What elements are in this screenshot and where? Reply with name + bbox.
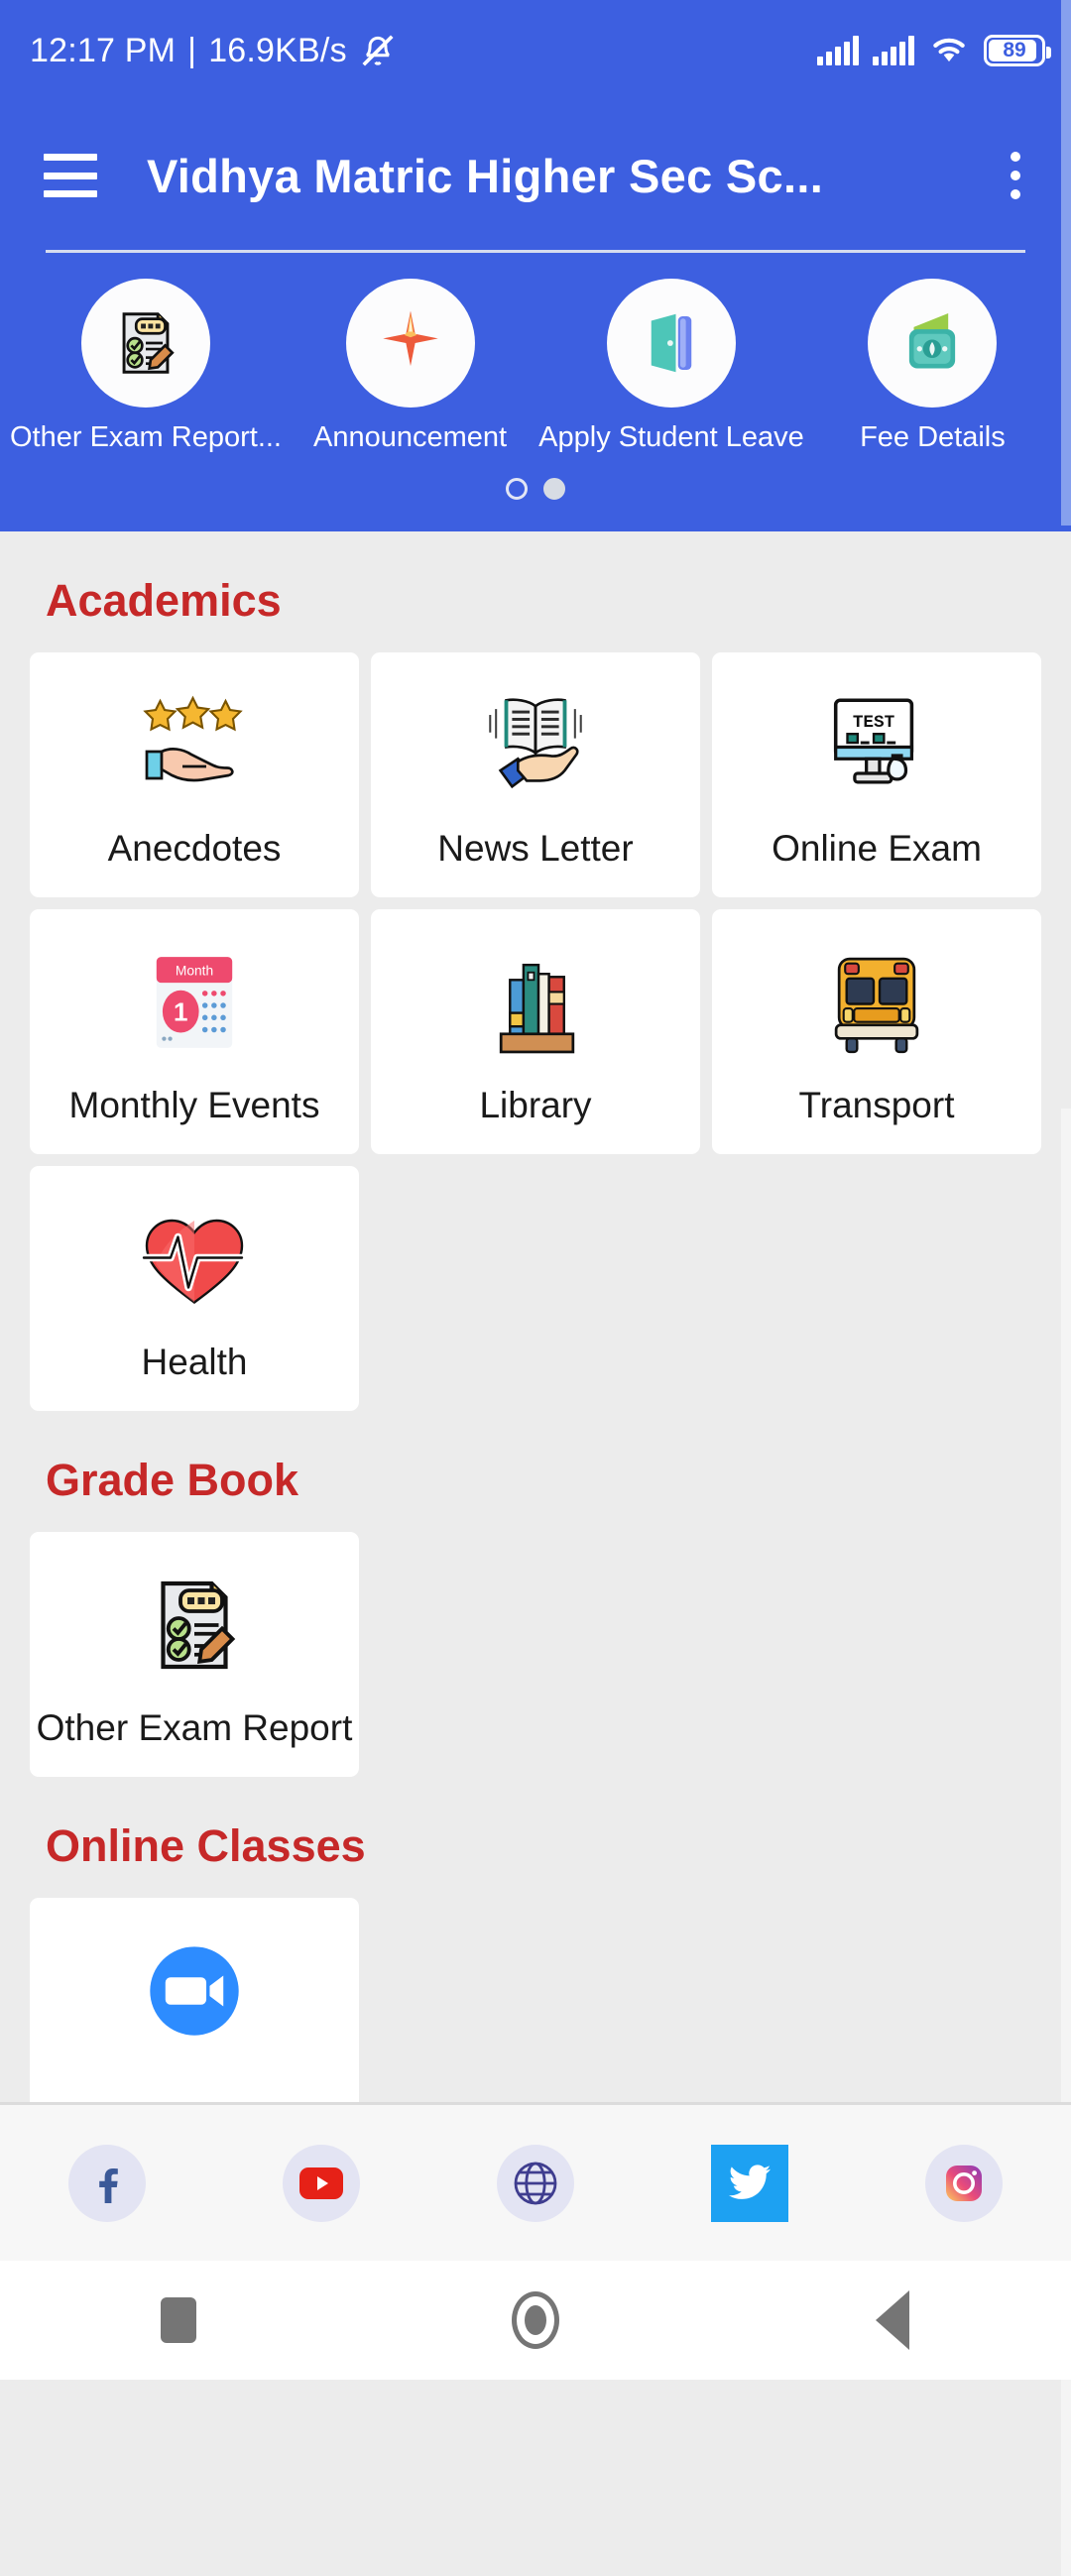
quick-action-icon-wrap	[868, 279, 998, 408]
tile-library[interactable]: Library	[371, 909, 700, 1154]
tile-health[interactable]: Health	[30, 1166, 359, 1411]
quick-action-label: Announcement	[313, 421, 508, 453]
battery-indicator: 89	[984, 35, 1051, 66]
tile-news-letter[interactable]: News Letter	[371, 652, 700, 897]
page-dot[interactable]	[506, 478, 528, 500]
facebook-icon	[68, 2144, 146, 2222]
youtube-icon	[283, 2144, 360, 2222]
tile-other-exam-report[interactable]: Other Exam Report	[30, 1532, 359, 1777]
instagram-icon	[925, 2144, 1003, 2222]
triangle-back-icon	[876, 2290, 909, 2350]
quick-action-apply-student-leave[interactable]: Apply Student Leave	[538, 279, 804, 454]
zoom-video-icon	[140, 1932, 249, 2050]
calendar-day-text: 1	[174, 996, 187, 1026]
social-links-bar	[0, 2102, 1071, 2261]
stars-hand-icon	[135, 686, 254, 805]
open-book-hand-icon	[477, 686, 594, 805]
signal-bars-icon	[817, 36, 859, 65]
kebab-menu-icon[interactable]	[996, 146, 1035, 205]
quick-actions-row: Other Exam Report... Announcement Apply …	[0, 279, 1071, 454]
social-link-instagram[interactable]	[857, 2144, 1071, 2222]
tile-label: Other Exam Report	[36, 1707, 353, 1748]
door-exit-icon	[651, 313, 692, 373]
tile-anecdotes[interactable]: Anecdotes	[30, 652, 359, 897]
wifi-icon	[928, 33, 970, 69]
tile-placeholder	[371, 1532, 700, 1777]
carousel-page-indicator	[0, 454, 1071, 526]
page-dot-active[interactable]	[543, 478, 565, 500]
tile-transport[interactable]: Transport	[712, 909, 1041, 1154]
quick-action-label: Apply Student Leave	[538, 421, 804, 453]
social-link-twitter[interactable]	[643, 2144, 857, 2222]
signal-bars-icon	[873, 36, 914, 65]
tile-placeholder	[712, 1532, 1041, 1777]
status-bar-right: 89	[817, 33, 1051, 69]
section-title-academics: Academics	[46, 575, 282, 626]
circle-home-icon	[512, 2291, 559, 2349]
calendar-icon: Month 1	[141, 943, 248, 1062]
quick-action-announcement[interactable]: Announcement	[282, 279, 538, 454]
status-time: 12:17 PM	[30, 31, 177, 69]
quick-actions-carousel: Other Exam Report... Announcement Apply …	[0, 0, 1071, 531]
square-recents-icon	[161, 2297, 196, 2343]
globe-icon	[497, 2144, 574, 2222]
main-content: Academics Anecdotes News Letter TEST Onl…	[0, 531, 1071, 2576]
quick-action-icon-wrap	[81, 279, 210, 408]
section-title-grade-book: Grade Book	[46, 1455, 299, 1505]
tile-monthly-events[interactable]: Month 1 Monthly Events	[30, 909, 359, 1154]
home-button[interactable]	[357, 2291, 714, 2349]
social-link-youtube[interactable]	[214, 2144, 428, 2222]
tile-label: Online Exam	[772, 828, 982, 869]
tile-online-exam[interactable]: TEST Online Exam	[712, 652, 1041, 897]
header-scrollbar[interactable]	[1061, 0, 1071, 526]
status-bar-left: 12:17 PM | 16.9KB/s	[30, 32, 397, 70]
books-shelf-icon	[482, 943, 589, 1062]
heart-pulse-icon	[135, 1200, 254, 1319]
academics-grid: Anecdotes News Letter TEST Online Exam M…	[0, 652, 1071, 1411]
battery-level: 89	[1003, 39, 1026, 61]
twitter-icon	[711, 2144, 788, 2222]
social-link-website[interactable]	[428, 2144, 643, 2222]
calendar-header-text: Month	[176, 964, 213, 979]
quick-action-icon-wrap	[345, 279, 475, 408]
app-bar: Vidhya Matric Higher Sec Sc...	[0, 101, 1071, 250]
quick-action-label: Fee Details	[860, 421, 1006, 453]
money-wallet-icon	[909, 312, 956, 369]
tile-label: Monthly Events	[68, 1085, 320, 1125]
tile-label: Anecdotes	[107, 828, 282, 869]
grade-book-grid: Other Exam Report	[0, 1532, 1071, 1777]
quick-action-icon-wrap	[607, 279, 736, 408]
recents-button[interactable]	[0, 2297, 357, 2343]
quick-action-other-exam-report[interactable]: Other Exam Report...	[10, 279, 282, 454]
page-title: Vidhya Matric Higher Sec Sc...	[147, 149, 824, 202]
tile-label: Transport	[798, 1085, 955, 1125]
tile-label: Library	[479, 1085, 592, 1125]
status-network-speed: 16.9KB/s	[208, 31, 347, 69]
quick-action-fee-details[interactable]: Fee Details	[804, 279, 1061, 454]
tile-label: News Letter	[437, 828, 634, 869]
quick-action-label: Other Exam Report...	[10, 421, 282, 453]
exam-report-checklist-icon	[137, 1566, 252, 1685]
divider	[46, 250, 1025, 253]
status-separator: |	[187, 31, 197, 69]
status-bar: 12:17 PM | 16.9KB/s 89	[0, 0, 1071, 101]
bell-muted-icon	[359, 32, 397, 69]
school-bus-icon	[821, 943, 932, 1062]
star-announcement-icon	[382, 310, 438, 367]
tile-label: Health	[141, 1342, 248, 1382]
exam-report-checklist-icon	[122, 312, 175, 374]
social-link-facebook[interactable]	[0, 2144, 214, 2222]
tile-placeholder	[371, 1166, 700, 1411]
hamburger-menu-icon[interactable]	[44, 154, 97, 197]
monitor-screen-text: TEST	[853, 713, 895, 733]
android-navigation-bar	[0, 2261, 1071, 2380]
back-button[interactable]	[714, 2290, 1071, 2350]
section-title-online-classes: Online Classes	[46, 1820, 366, 1871]
test-monitor-icon: TEST	[818, 686, 935, 805]
tile-placeholder	[712, 1166, 1041, 1411]
